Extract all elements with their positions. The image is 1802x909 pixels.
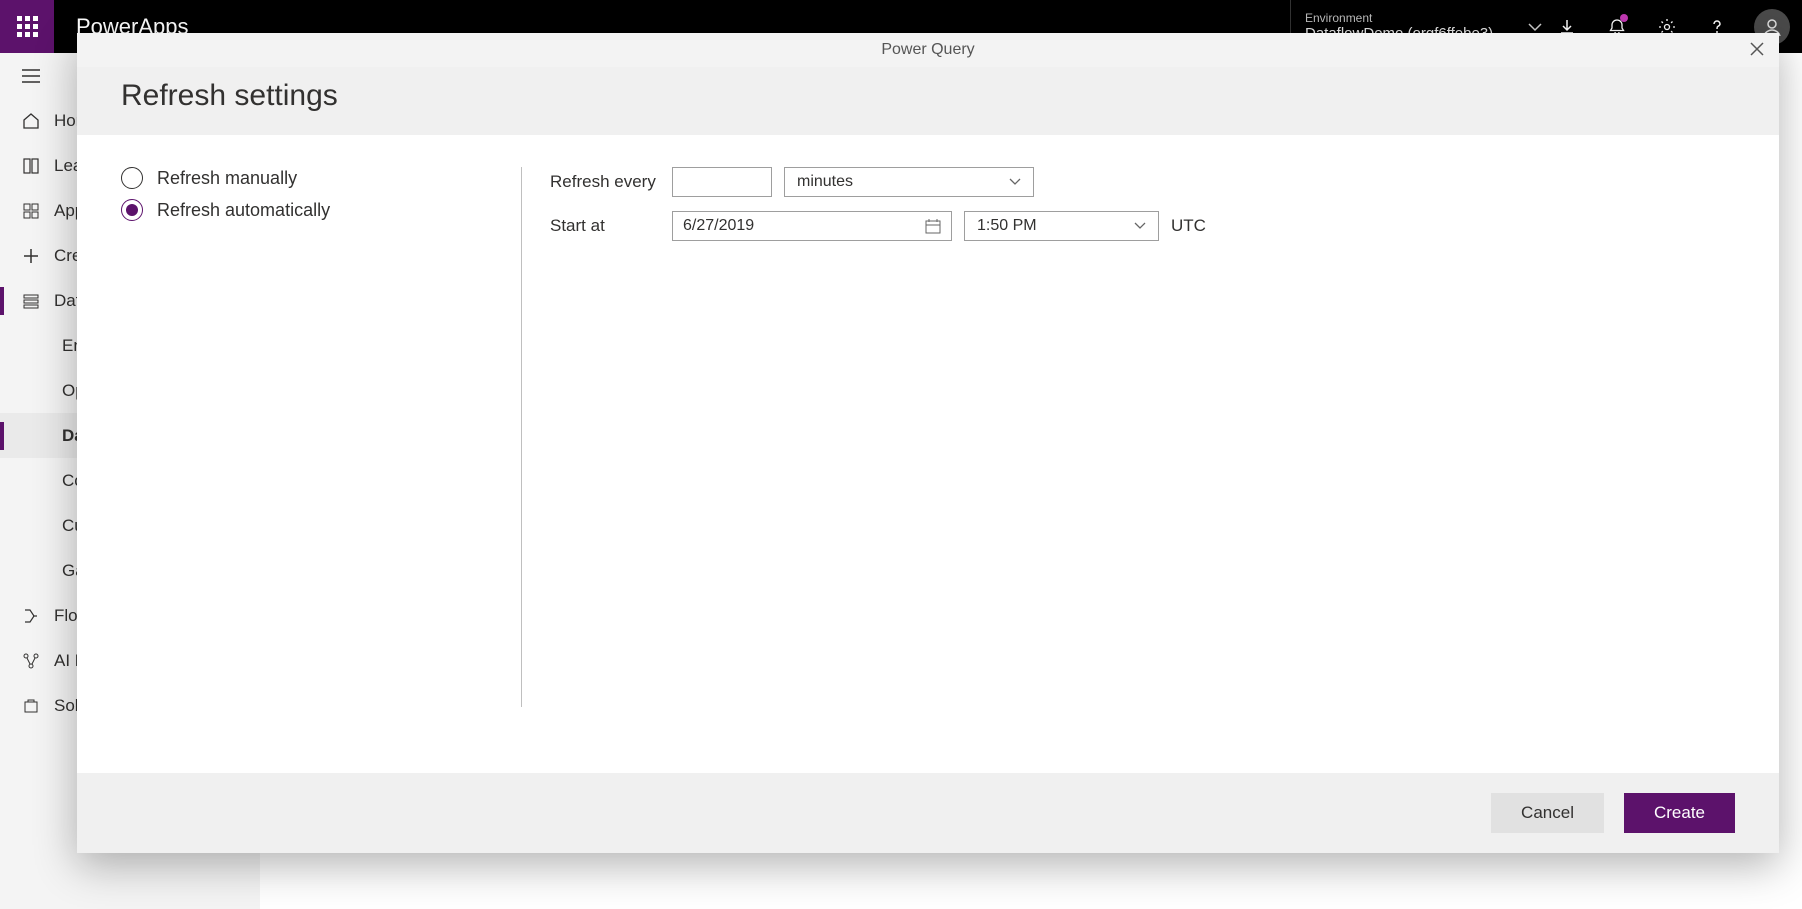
home-icon <box>22 112 40 130</box>
apps-icon <box>22 202 40 220</box>
dialog-footer: Cancel Create <box>77 773 1779 853</box>
start-time-select[interactable]: 1:50 PM <box>964 211 1159 241</box>
select-value: minutes <box>797 173 853 191</box>
refresh-settings-dialog: Power Query Refresh settings Refresh man… <box>77 33 1779 853</box>
radio-label: Refresh automatically <box>157 200 330 221</box>
refresh-mode-group: Refresh manually Refresh automatically <box>121 167 521 773</box>
radio-label: Refresh manually <box>157 168 297 189</box>
radio-refresh-manually[interactable]: Refresh manually <box>121 167 521 189</box>
radio-refresh-automatically[interactable]: Refresh automatically <box>121 199 521 221</box>
dialog-title: Power Query <box>881 41 974 59</box>
refresh-every-row: Refresh every minutes <box>550 167 1735 197</box>
book-icon <box>22 157 40 175</box>
schedule-settings: Refresh every minutes Start at 6/27/2019… <box>521 167 1735 707</box>
solutions-icon <box>22 697 40 715</box>
select-value: 1:50 PM <box>977 217 1037 235</box>
cancel-button[interactable]: Cancel <box>1491 793 1604 833</box>
dialog-titlebar: Power Query <box>77 33 1779 67</box>
radio-icon <box>121 167 143 189</box>
close-icon <box>1749 41 1765 57</box>
plus-icon <box>22 247 40 265</box>
calendar-icon <box>925 218 941 234</box>
refresh-every-input[interactable] <box>672 167 772 197</box>
dialog-body: Refresh manually Refresh automatically R… <box>77 135 1779 773</box>
flow-icon <box>22 607 40 625</box>
dialog-header: Refresh settings <box>77 67 1779 135</box>
dialog-heading: Refresh settings <box>121 79 1735 113</box>
timezone-label: UTC <box>1171 216 1206 236</box>
start-at-row: Start at 6/27/2019 1:50 PM UTC <box>550 211 1735 241</box>
chevron-down-icon <box>1009 176 1021 188</box>
chevron-down-icon <box>1134 220 1146 232</box>
chevron-down-icon <box>1528 20 1542 34</box>
waffle-icon <box>17 16 38 37</box>
create-button[interactable]: Create <box>1624 793 1735 833</box>
data-icon <box>22 292 40 310</box>
ai-icon <box>22 652 40 670</box>
refresh-every-label: Refresh every <box>550 172 660 192</box>
environment-label: Environment <box>1305 11 1506 25</box>
close-button[interactable] <box>1749 41 1765 57</box>
date-value: 6/27/2019 <box>683 217 754 235</box>
notification-dot-icon <box>1620 14 1628 22</box>
start-date-input[interactable]: 6/27/2019 <box>672 211 952 241</box>
refresh-unit-select[interactable]: minutes <box>784 167 1034 197</box>
start-at-label: Start at <box>550 216 660 236</box>
hamburger-icon <box>22 69 40 83</box>
app-launcher-button[interactable] <box>0 0 54 53</box>
radio-icon <box>121 199 143 221</box>
